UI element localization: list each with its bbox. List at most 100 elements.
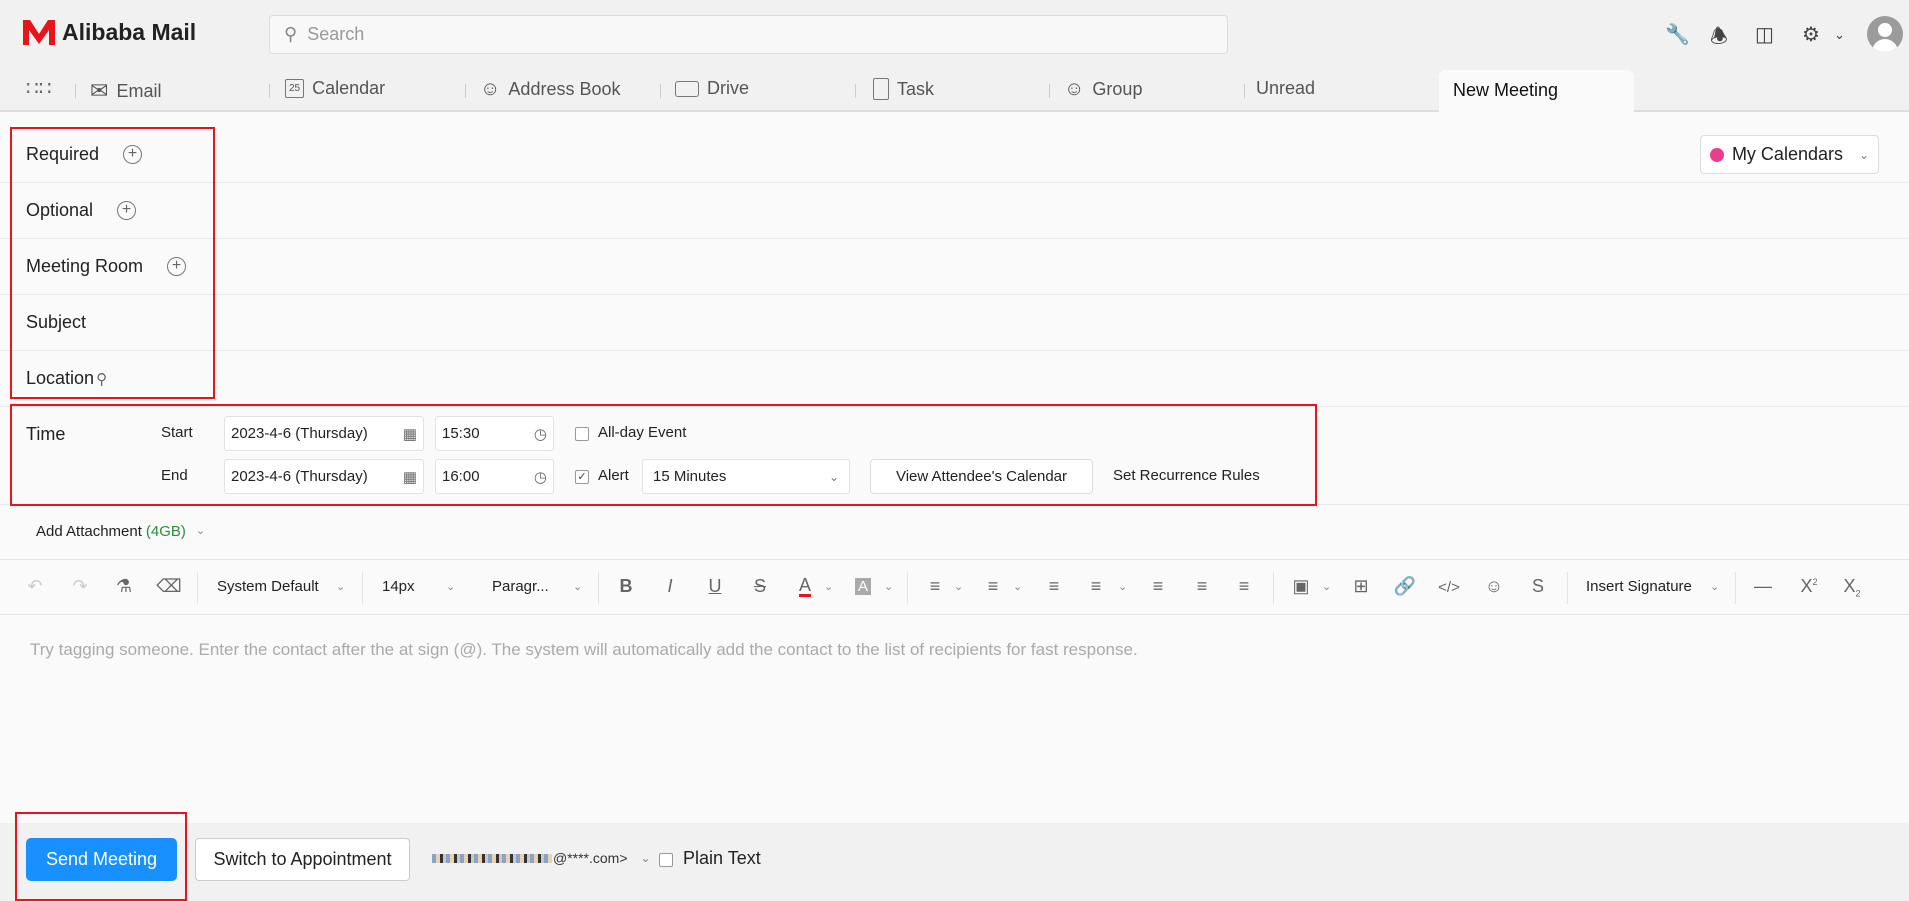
indent-icon[interactable]: ≡	[1239, 576, 1250, 597]
chevron-down-icon[interactable]: ⌄	[573, 580, 582, 593]
redo-icon[interactable]: ↷	[72, 576, 87, 597]
strikethrough-icon[interactable]: S	[754, 576, 766, 597]
chevron-down-icon[interactable]: ⌄	[1834, 27, 1845, 43]
editor-body[interactable]: Try tagging someone. Enter the contact a…	[30, 640, 1138, 660]
annotation-box	[10, 404, 1317, 506]
line-height-icon[interactable]: ≡	[1153, 576, 1164, 597]
attachment-size: (4GB)	[145, 523, 186, 540]
chevron-down-icon[interactable]: ⌄	[336, 580, 345, 593]
numbered-list-icon[interactable]: ≡	[988, 576, 999, 597]
tab-task[interactable]: Task	[873, 78, 934, 100]
paragraph-select[interactable]: Paragr...	[492, 578, 549, 595]
bold-icon[interactable]: B	[620, 576, 633, 597]
contacts-icon: ☺	[480, 78, 501, 100]
calendar-color-dot	[1709, 147, 1724, 162]
footer-bar: Send Meeting Switch to Appointment @****…	[0, 823, 1909, 901]
horizontal-rule-icon[interactable]: —	[1754, 576, 1772, 597]
blurred-sender-address	[432, 853, 552, 863]
logo-m-icon	[23, 20, 55, 45]
calendar-select[interactable]: My Calendars ⌄	[1700, 135, 1879, 174]
blockquote-icon[interactable]: ≡	[1049, 576, 1060, 597]
tab-email[interactable]: ✉ Email	[90, 78, 161, 104]
gear-icon[interactable]: ⚙	[1802, 22, 1820, 47]
align-icon[interactable]: ≡	[1091, 576, 1102, 597]
sender-suffix: @****.com>	[553, 850, 628, 866]
tab-label: Group	[1092, 79, 1143, 99]
avatar[interactable]	[1867, 16, 1903, 52]
attachment-label: Add Attachment	[36, 523, 142, 540]
drive-icon	[675, 80, 699, 97]
chevron-down-icon: ⌄	[195, 525, 206, 537]
plain-text-label: Plain Text	[683, 848, 761, 868]
tab-new-meeting[interactable]: New Meeting	[1439, 70, 1634, 112]
spellcheck-icon[interactable]: S	[1532, 576, 1544, 597]
calendar-icon: 25	[285, 79, 305, 98]
calendar-select-label: My Calendars	[1731, 144, 1843, 164]
font-family-select[interactable]: System Default	[217, 578, 319, 595]
tab-label: Email	[116, 80, 162, 101]
apps-grid-icon[interactable]: ∷∷	[26, 76, 51, 101]
subscript-icon[interactable]: X2	[1843, 576, 1860, 599]
font-color-icon[interactable]: A	[798, 576, 812, 597]
top-header: Alibaba Mail ⚲ Search 🔧 🕭 ◫ ⚙ ⌄ ∷∷ ✉ Emai…	[0, 0, 1909, 112]
required-row[interactable]: Required +	[0, 127, 1909, 183]
tab-label: Task	[897, 78, 935, 99]
highlight-color-icon[interactable]: A	[854, 578, 872, 595]
tab-drive[interactable]: Drive	[675, 78, 749, 99]
tab-group[interactable]: ☺ Group	[1064, 78, 1142, 101]
chevron-down-icon: ⌄	[1858, 147, 1870, 162]
chevron-down-icon[interactable]: ⌄	[446, 580, 455, 593]
search-icon: ⚲	[284, 24, 298, 44]
insert-signature-select[interactable]: Insert Signature	[1586, 578, 1692, 595]
font-size-select[interactable]: 14px	[382, 578, 415, 595]
clipboard-icon	[873, 78, 889, 100]
app-name: Alibaba Mail	[62, 18, 197, 45]
chevron-down-icon[interactable]: ⌄	[884, 580, 893, 593]
superscript-icon[interactable]: X2	[1800, 576, 1817, 597]
annotation-box	[15, 812, 187, 901]
eraser-icon[interactable]: ⌫	[156, 576, 181, 597]
annotation-box	[10, 127, 215, 399]
location-field[interactable]: Location ⚲	[0, 351, 1909, 407]
outdent-icon[interactable]: ≡	[1197, 576, 1208, 597]
plain-text-checkbox[interactable]	[659, 853, 673, 867]
optional-row[interactable]: Optional +	[0, 183, 1909, 239]
code-icon[interactable]: </>	[1438, 579, 1460, 596]
chevron-down-icon: ⌄	[640, 851, 651, 865]
link-icon[interactable]: 🔗	[1394, 576, 1416, 597]
search-input[interactable]: ⚲ Search	[269, 15, 1228, 54]
switch-to-appointment-button[interactable]: Switch to Appointment	[195, 838, 410, 881]
tab-address-book[interactable]: ☺ Address Book	[480, 78, 620, 101]
meeting-room-row[interactable]: Meeting Room +	[0, 239, 1909, 295]
image-icon[interactable]: ▣	[1292, 576, 1309, 597]
bullet-list-icon[interactable]: ≡	[930, 576, 941, 597]
tab-calendar[interactable]: 25 Calendar	[285, 78, 385, 99]
tab-label: Address Book	[508, 79, 621, 99]
group-icon: ☺	[1064, 78, 1085, 100]
devices-icon[interactable]: ◫	[1755, 22, 1774, 47]
bell-icon[interactable]: 🕭	[1710, 22, 1728, 56]
chevron-down-icon[interactable]: ⌄	[954, 580, 963, 593]
add-attachment-button[interactable]: Add Attachment (4GB) ⌄	[36, 523, 205, 540]
format-painter-icon[interactable]: ⚗	[116, 576, 132, 597]
sender-select[interactable]: @****.com> ⌄	[432, 850, 651, 866]
subject-field[interactable]: Subject	[0, 295, 1909, 351]
tab-label: Calendar	[312, 78, 386, 98]
undo-icon[interactable]: ↶	[27, 576, 42, 597]
tab-unread[interactable]: Unread	[1256, 78, 1315, 99]
editor-placeholder: Try tagging someone. Enter the contact a…	[30, 640, 1138, 659]
editor-toolbar: ↶ ↷ ⚗ ⌫ System Default ⌄ 14px ⌄ Paragr... ⌄…	[0, 559, 1909, 615]
chevron-down-icon[interactable]: ⌄	[1118, 580, 1127, 593]
emoji-icon[interactable]: ☺	[1485, 576, 1503, 597]
envelope-icon: ✉	[90, 78, 109, 103]
underline-icon[interactable]: U	[709, 576, 722, 597]
chevron-down-icon[interactable]: ⌄	[1013, 580, 1022, 593]
chevron-down-icon[interactable]: ⌄	[1322, 580, 1331, 593]
chevron-down-icon[interactable]: ⌄	[824, 580, 833, 593]
logo[interactable]: Alibaba Mail	[22, 18, 196, 46]
chevron-down-icon[interactable]: ⌄	[1710, 580, 1719, 593]
italic-icon[interactable]: I	[667, 576, 672, 597]
tab-label: Drive	[707, 78, 750, 98]
wrench-icon[interactable]: 🔧	[1665, 22, 1690, 47]
table-icon[interactable]: ⊞	[1353, 576, 1368, 597]
